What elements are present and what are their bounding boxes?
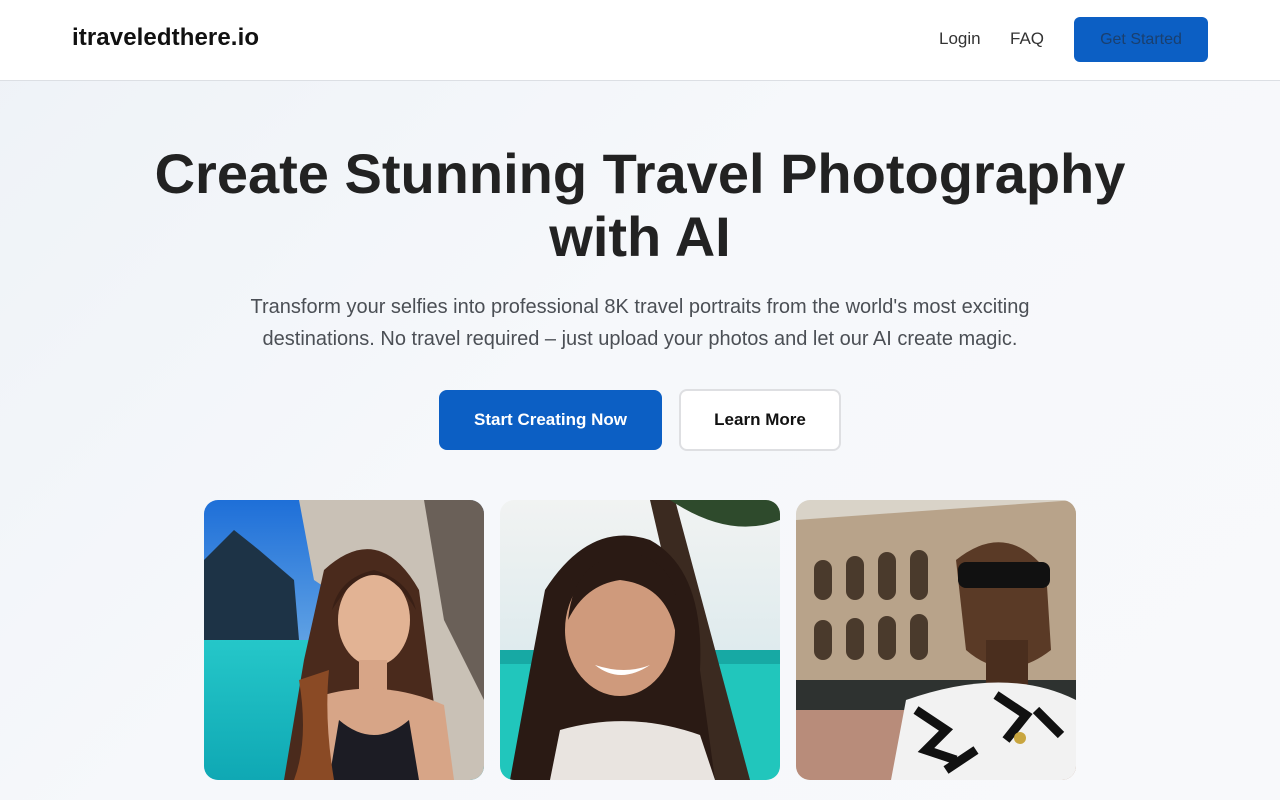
portrait-beach-cliff-photo [204,500,484,780]
start-creating-button[interactable]: Start Creating Now [439,390,662,450]
hero-subtitle: Transform your selfies into professional… [240,291,1040,355]
hero-subtitle-line-2: destinations. No travel required – just … [262,328,1018,350]
gallery-photo-beach-palm [500,500,780,780]
gallery-photo-beach-cliff [204,500,484,780]
hero-subtitle-line-1: Transform your selfies into professional… [250,296,1030,318]
nav-faq-link[interactable]: FAQ [1010,29,1044,49]
site-header: itraveledthere.io Login FAQ Get Started [0,0,1280,81]
hero-title-line-2: with AI [549,205,731,268]
portrait-beach-palm-photo [500,500,780,780]
portrait-colosseum-photo [796,500,1076,780]
get-started-button[interactable]: Get Started [1074,17,1208,62]
hero-title-line-1: Create Stunning Travel Photography [154,142,1126,205]
gallery-photo-colosseum [796,500,1076,780]
nav-login-link[interactable]: Login [939,29,981,49]
site-logo[interactable]: itraveledthere.io [72,24,259,52]
learn-more-button[interactable]: Learn More [679,389,841,451]
hero-title: Create Stunning Travel Photography with … [0,142,1280,268]
